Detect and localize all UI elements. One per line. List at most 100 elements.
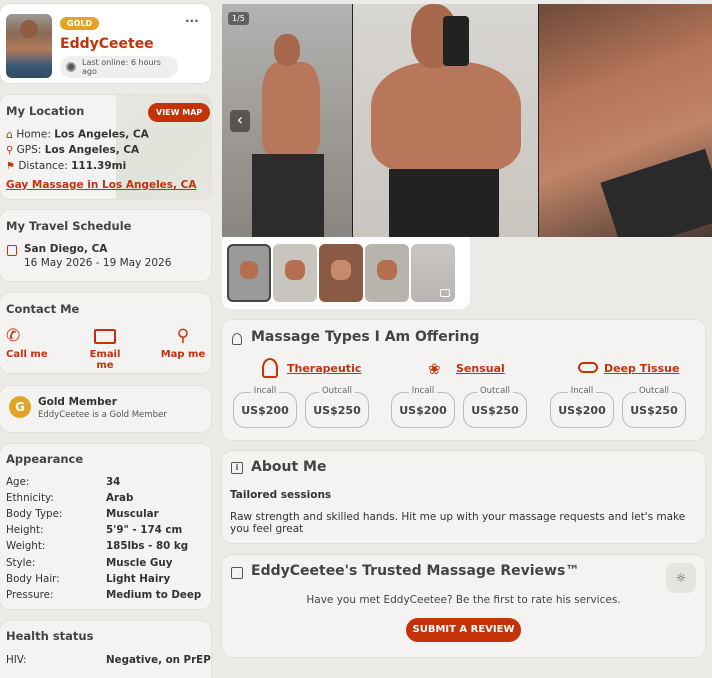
email-me-button[interactable]: Email me [80, 327, 130, 371]
appearance-label: Height: [6, 524, 44, 536]
gold-medal-icon: G [9, 396, 31, 418]
home-label: Home: [16, 128, 51, 141]
call-me-label: Call me [6, 349, 48, 360]
lock-icon [440, 289, 450, 297]
massage-type-link[interactable]: Deep Tissue [604, 362, 679, 375]
distance-row: ⚑ Distance: 111.39mi [6, 160, 126, 172]
luggage-icon [7, 245, 17, 256]
deep-tissue-icon [578, 362, 598, 373]
gay-massage-city-link[interactable]: Gay Massage in Los Angeles, CA [6, 179, 197, 191]
massage-types-title: Massage Types I Am Offering [251, 329, 480, 345]
incall-price-box[interactable]: Incall US$200 [550, 386, 614, 428]
outcall-price-box[interactable]: Outcall US$250 [463, 386, 527, 428]
hiv-label: HIV: [6, 654, 27, 666]
thumbnail-4[interactable] [365, 244, 409, 302]
info-icon: i [231, 462, 243, 474]
health-card: Health status HIV: Negative, on PrEP [0, 621, 211, 678]
appearance-label: Ethnicity: [6, 492, 54, 504]
home-value: Los Angeles, CA [54, 128, 149, 141]
appearance-value: Muscular [106, 508, 159, 520]
hiv-value: Negative, on PrEP [106, 654, 211, 666]
gps-value: Los Angeles, CA [44, 144, 140, 156]
reviews-prompt: Have you met EddyCeetee? Be the first to… [306, 594, 621, 606]
incall-price: US$200 [399, 404, 447, 417]
location-title: My Location [6, 104, 85, 118]
appearance-label: Body Hair: [6, 573, 60, 585]
distance-value: 111.39mi [71, 160, 127, 172]
gold-member-subtitle: EddyCeetee is a Gold Member [38, 410, 167, 420]
contact-title: Contact Me [6, 302, 80, 316]
health-title: Health status [6, 629, 94, 643]
appearance-value: Light Hairy [106, 573, 171, 585]
gallery-photo-3[interactable] [539, 4, 712, 237]
appearance-label: Weight: [6, 540, 46, 552]
massage-type-link[interactable]: Sensual [456, 362, 505, 375]
outcall-price-box[interactable]: Outcall US$250 [622, 386, 686, 428]
call-me-button[interactable]: ✆ Call me [6, 327, 50, 360]
contact-card: Contact Me ✆ Call me Email me ⚲ Map me [0, 293, 211, 373]
gps-pin-icon: ⚲ [6, 144, 14, 156]
last-online-text: Last online: 6 hours ago [81, 58, 161, 76]
profile-name: EddyCeetee [60, 36, 154, 52]
lightbulb-button[interactable]: ☼ [666, 563, 696, 593]
massage-type-link[interactable]: Therapeutic [287, 362, 361, 375]
reviews-title: EddyCeetee's Trusted Massage Reviews™ [251, 563, 580, 579]
appearance-card: Appearance Age: 34 Ethnicity: Arab Body … [0, 444, 211, 609]
profile-card: GOLD EddyCeetee ··· Last online: 6 hours… [0, 4, 211, 83]
phone-icon: ✆ [6, 326, 21, 346]
massage-therapist-icon [232, 333, 242, 345]
outcall-price: US$250 [471, 404, 519, 417]
reviews-card: EddyCeetee's Trusted Massage Reviews™ ☼ … [222, 555, 705, 657]
view-map-button[interactable]: VIEW MAP [148, 103, 211, 122]
thumbnail-2[interactable] [273, 244, 317, 302]
thumbnail-3[interactable] [319, 244, 363, 302]
incall-label: Incall [567, 386, 597, 396]
gps-row: ⚲ GPS: Los Angeles, CA [6, 144, 139, 156]
incall-label: Incall [408, 386, 438, 396]
gallery-prev-button[interactable]: ‹ [230, 110, 250, 132]
outcall-price: US$250 [313, 404, 361, 417]
more-options-button[interactable]: ··· [185, 14, 199, 28]
review-edit-icon [231, 567, 243, 579]
travel-city: San Diego, CA [24, 243, 108, 255]
appearance-value: 34 [106, 476, 121, 488]
outcall-price: US$250 [630, 404, 678, 417]
home-icon: ⌂ [6, 128, 13, 141]
incall-price: US$200 [558, 404, 606, 417]
therapeutic-icon [262, 358, 278, 378]
about-text: Raw strength and skilled hands. Hit me u… [230, 511, 686, 535]
appearance-label: Age: [6, 476, 30, 488]
map-me-label: Map me [160, 349, 206, 360]
submit-review-button[interactable]: SUBMIT A REVIEW [406, 618, 521, 642]
gold-badge: GOLD [60, 17, 100, 30]
appearance-value: 5'9" - 174 cm [106, 524, 183, 536]
incall-price: US$200 [241, 404, 289, 417]
appearance-label: Pressure: [6, 589, 54, 601]
appearance-value: 185lbs - 80 kg [106, 540, 189, 552]
avatar[interactable] [6, 14, 52, 78]
location-card: My Location VIEW MAP ⌂ Home: Los Angeles… [0, 95, 211, 199]
thumbnail-5-locked[interactable] [411, 244, 455, 302]
gold-member-title: Gold Member [38, 396, 117, 408]
distance-label: Distance: [18, 160, 68, 172]
travel-dates: 16 May 2026 - 19 May 2026 [24, 257, 172, 269]
lotus-icon: ❀ [428, 360, 441, 378]
incall-price-box[interactable]: Incall US$200 [233, 386, 297, 428]
about-title: About Me [251, 459, 327, 475]
thumbnail-1[interactable] [227, 244, 271, 302]
about-card: i About Me Tailored sessions Raw strengt… [222, 451, 705, 543]
last-online-pill: Last online: 6 hours ago [60, 56, 178, 78]
outcall-price-box[interactable]: Outcall US$250 [305, 386, 369, 428]
map-pin-icon: ⚲ [176, 326, 190, 346]
email-me-label: Email me [89, 349, 121, 371]
travel-card: My Travel Schedule San Diego, CA 16 May … [0, 210, 211, 281]
outcall-label: Outcall [476, 386, 513, 396]
map-me-button[interactable]: ⚲ Map me [160, 327, 206, 360]
photo-gallery[interactable]: 1/5 ‹ [222, 4, 712, 237]
gallery-photo-2[interactable] [353, 4, 538, 237]
incall-price-box[interactable]: Incall US$200 [391, 386, 455, 428]
about-heading: Tailored sessions [230, 489, 332, 501]
envelope-icon [94, 329, 116, 344]
appearance-title: Appearance [6, 452, 84, 466]
travel-title: My Travel Schedule [6, 219, 132, 233]
